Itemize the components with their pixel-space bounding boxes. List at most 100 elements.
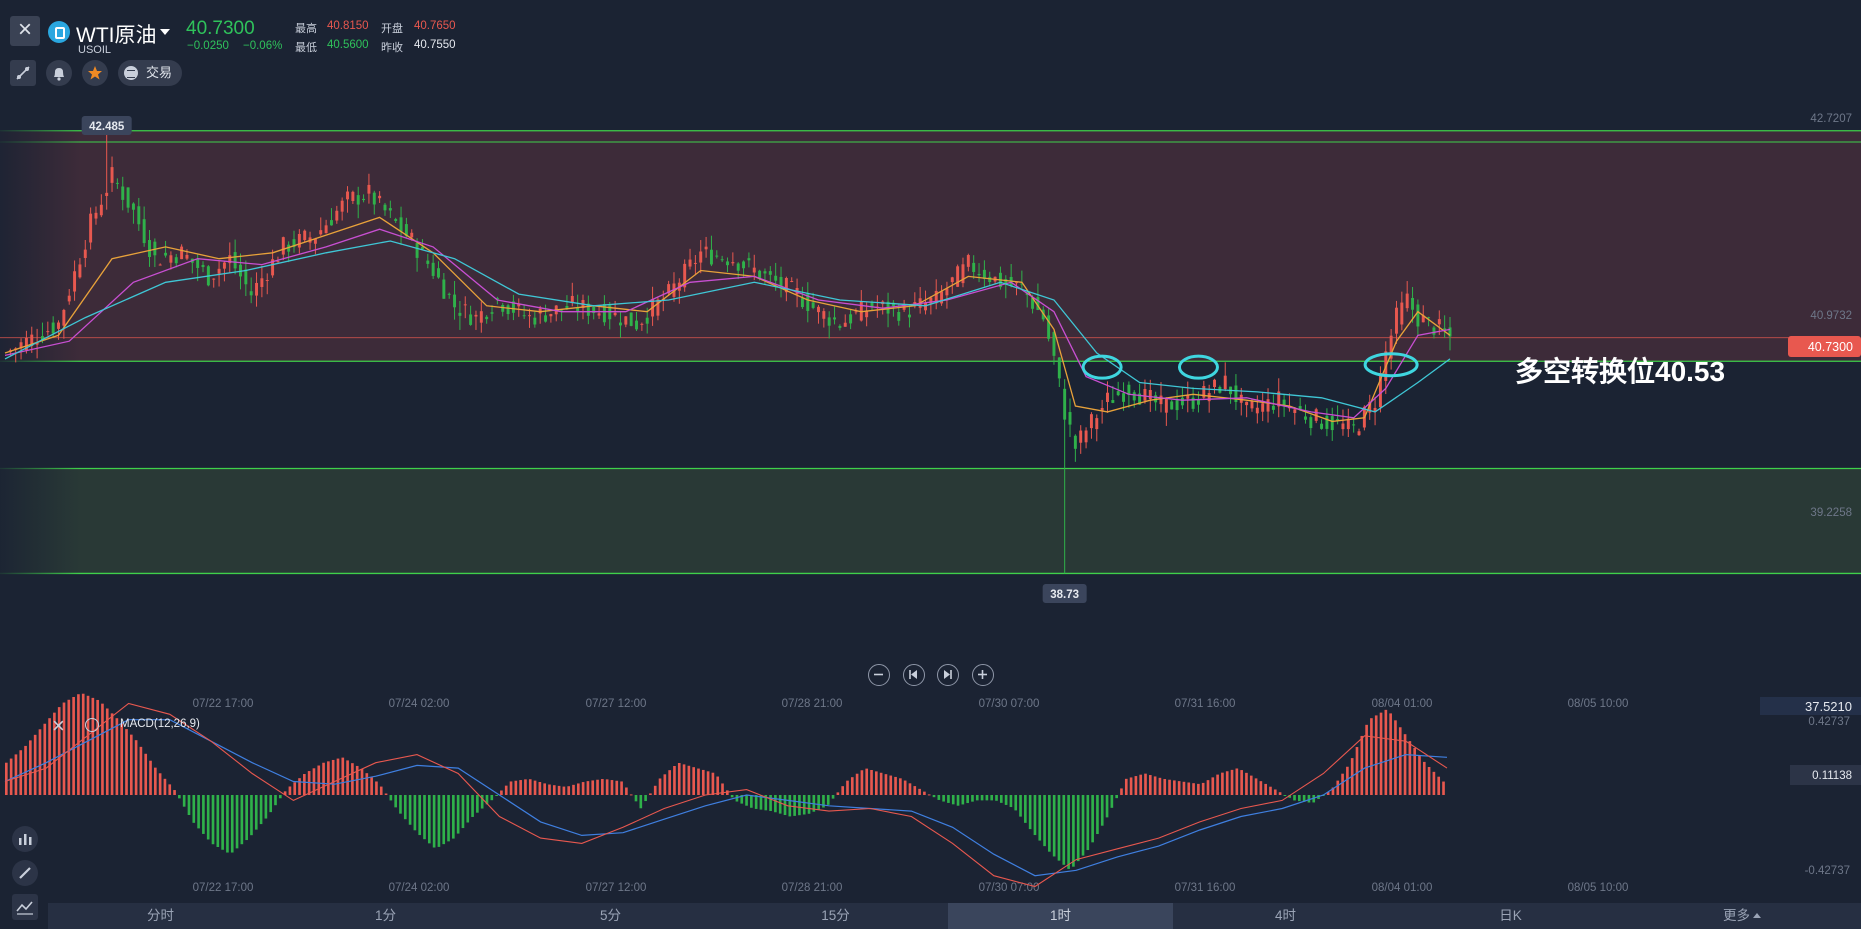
macd-histogram-bar (442, 795, 446, 845)
macd-histogram-bar (432, 795, 436, 848)
candle-body (549, 313, 553, 317)
candle-body (645, 317, 649, 324)
macd-histogram-bar (966, 795, 969, 804)
macd-histogram-bar (158, 773, 162, 795)
settings-gear-icon[interactable] (85, 718, 99, 732)
candle-body (437, 268, 440, 278)
macd-histogram-bar (663, 774, 667, 795)
macd-histogram-bar (408, 795, 412, 825)
zoom-in-button[interactable] (972, 664, 994, 686)
macd-histogram-bar (1197, 783, 1200, 795)
macd-histogram-bar (716, 776, 720, 795)
macd-histogram-bar (125, 729, 128, 795)
macd-histogram-bar (144, 753, 148, 795)
macd-histogram-bar (230, 795, 234, 853)
candle-body (1223, 375, 1227, 390)
macd-histogram-bar (389, 795, 393, 801)
macd-histogram-bar (48, 718, 51, 795)
macd-histogram-bar (552, 785, 556, 795)
macd-histogram-bar (1187, 782, 1191, 795)
pencil-icon[interactable] (12, 860, 38, 886)
macd-histogram-bar (351, 763, 354, 795)
tab-4hour[interactable]: 4时 (1173, 903, 1398, 929)
candle-body (67, 295, 71, 302)
x-axis-tick-bottom: 07/22 17:00 (193, 882, 254, 894)
macd-histogram-bar (240, 795, 244, 845)
candle-body (388, 208, 392, 211)
macd-histogram-bar (77, 694, 80, 795)
macd-histogram-bar (154, 767, 157, 795)
indicator-icon[interactable] (12, 826, 38, 852)
candle-body (51, 322, 55, 334)
macd-histogram-bar (971, 795, 974, 802)
candle-body (399, 217, 403, 232)
macd-histogram-bar (750, 795, 753, 808)
candle-body (281, 237, 285, 255)
scroll-start-button[interactable] (903, 664, 925, 686)
macd-histogram-bar (870, 769, 873, 795)
zoom-out-button[interactable] (868, 664, 890, 686)
macd-histogram-bar (519, 780, 522, 795)
macd-histogram-bar (1398, 727, 1402, 795)
scroll-end-button[interactable] (937, 664, 959, 686)
macd-histogram-bar (995, 795, 998, 801)
candle-body (485, 316, 489, 320)
candle-body (372, 192, 376, 205)
macd-histogram-bar (697, 768, 700, 795)
macd-histogram-bar (841, 786, 845, 795)
tab-1min[interactable]: 1分 (273, 903, 498, 929)
macd-histogram-bar (1427, 766, 1431, 795)
macd-histogram-bar (115, 718, 119, 795)
candlestick-chart[interactable]: 42.485 38.73 多空转换位40.53 42.7207 40.9732 39.22… (0, 95, 1861, 894)
candle-body (833, 317, 837, 320)
candle-body (121, 186, 125, 200)
macd-histogram-bar (601, 779, 604, 795)
macd-histogram-bar (610, 780, 614, 795)
chart-canvas[interactable]: 42.485 38.73 多空转换位40.53 42.7207 40.9732 39.22… (0, 0, 1861, 929)
tab-fenshi[interactable]: 分时 (48, 903, 273, 929)
candle-body (752, 267, 756, 273)
macd-histogram-bar (1019, 795, 1022, 817)
macd-histogram-bar (668, 770, 671, 795)
macd-histogram-bar (956, 795, 960, 806)
candle-body (1106, 392, 1109, 403)
macd-histogram-bar (500, 790, 503, 795)
macd-histogram-bar (711, 772, 715, 795)
macd-histogram-bar (495, 795, 498, 796)
macd-histogram-bar (706, 771, 710, 795)
candle-body (1266, 399, 1270, 412)
tab-15min[interactable]: 15分 (723, 903, 948, 929)
macd-histogram-bar (1211, 777, 1215, 795)
candle-body (490, 312, 494, 314)
candle-body (383, 204, 387, 211)
caret-up-icon (1753, 913, 1761, 918)
macd-histogram-bar (226, 795, 229, 853)
macd-chart[interactable]: 0.42737 0.11138 -0.42737 37.5210 (4, 693, 1861, 888)
macd-histogram-bar (1360, 735, 1364, 795)
candle-body (528, 315, 531, 317)
candle-body (624, 316, 628, 325)
macd-histogram-bar (620, 781, 623, 795)
candle-body (115, 182, 119, 184)
macd-histogram-bar (538, 782, 542, 795)
macd-histogram-bar (341, 757, 345, 795)
macd-histogram-bar (1120, 788, 1123, 795)
macd-histogram-bar (1163, 779, 1167, 795)
macd-histogram-bar (206, 795, 210, 840)
macd-histogram-bar (1014, 795, 1018, 811)
macd-histogram-bar (9, 758, 13, 795)
tab-daily[interactable]: 日K (1398, 903, 1623, 929)
macd-histogram-bar (649, 793, 652, 795)
macd-histogram-bar (317, 765, 321, 795)
candle-body (148, 240, 151, 257)
macd-histogram-bar (33, 734, 37, 795)
x-axis-tick-bottom: 07/28 21:00 (782, 882, 843, 894)
tab-1hour[interactable]: 1时 (948, 903, 1173, 929)
tab-5min[interactable]: 5分 (498, 903, 723, 929)
tab-more[interactable]: 更多 (1623, 903, 1861, 929)
macd-histogram-bar (202, 795, 205, 834)
candle-body (1395, 307, 1398, 334)
close-indicator-icon[interactable]: × (52, 715, 65, 737)
line-chart-icon[interactable] (12, 894, 38, 920)
macd-histogram-bar (629, 794, 633, 796)
